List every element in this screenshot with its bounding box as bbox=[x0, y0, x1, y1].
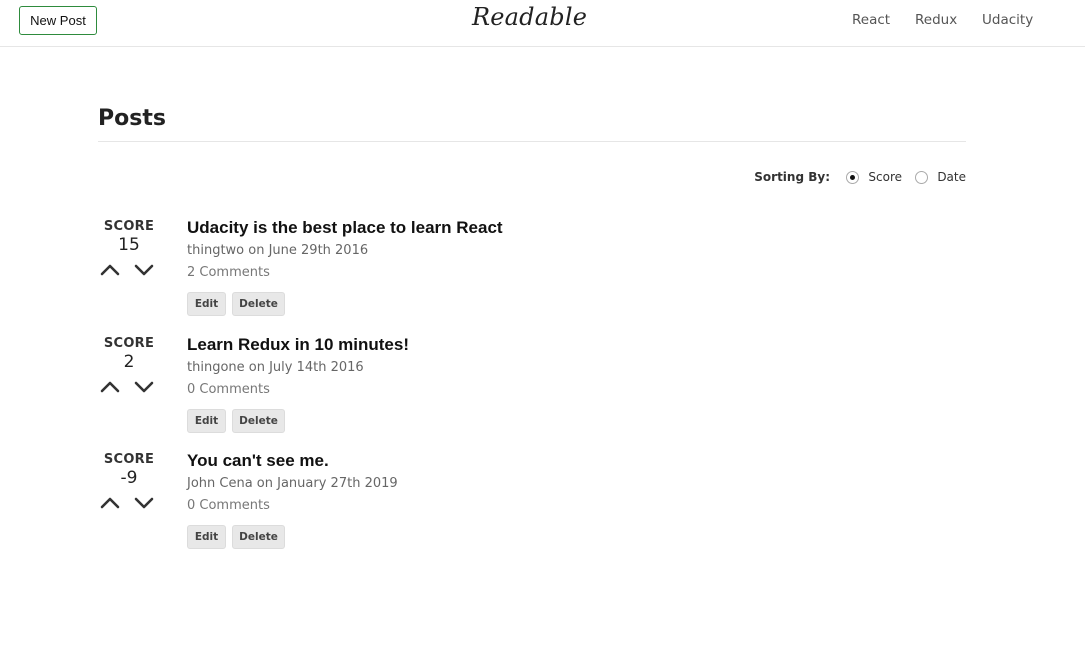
post-author-date: thingone on July 14th 2016 bbox=[187, 360, 364, 375]
nav-link-react[interactable]: React bbox=[852, 12, 890, 28]
upvote-chevron-up-icon[interactable] bbox=[99, 495, 121, 511]
brand-logo[interactable]: Readable bbox=[472, 3, 587, 31]
post-author-date: thingtwo on June 29th 2016 bbox=[187, 243, 369, 258]
new-post-button[interactable]: New Post bbox=[19, 6, 97, 35]
sort-score-radio[interactable] bbox=[846, 171, 859, 184]
post-title-link[interactable]: Udacity is the best place to learn React bbox=[187, 218, 887, 238]
top-navbar: New Post Readable React Redux Udacity bbox=[0, 0, 1085, 47]
sort-controls: Sorting By: Score Date bbox=[98, 169, 966, 189]
delete-button[interactable]: Delete bbox=[232, 525, 285, 549]
score-label: SCORE bbox=[103, 336, 155, 351]
post-title-link[interactable]: Learn Redux in 10 minutes! bbox=[187, 335, 887, 355]
post-title-link[interactable]: You can't see me. bbox=[187, 451, 887, 471]
score-value: 2 bbox=[123, 352, 135, 372]
sort-score-label[interactable]: Score bbox=[868, 169, 902, 185]
score-value: -9 bbox=[120, 468, 138, 488]
downvote-chevron-down-icon[interactable] bbox=[133, 495, 155, 511]
post-item: SCORE -9 You can't see me. John Cena on … bbox=[98, 451, 966, 551]
score-label: SCORE bbox=[103, 452, 155, 467]
sort-label: Sorting By: bbox=[754, 170, 830, 184]
delete-button[interactable]: Delete bbox=[232, 409, 285, 433]
post-comment-count[interactable]: 2 Comments bbox=[187, 263, 887, 283]
post-body: Udacity is the best place to learn React… bbox=[187, 218, 887, 316]
score-box: SCORE -9 bbox=[98, 451, 160, 489]
vote-controls bbox=[98, 262, 160, 278]
downvote-chevron-down-icon[interactable] bbox=[133, 262, 155, 278]
edit-button[interactable]: Edit bbox=[187, 409, 226, 433]
post-item: SCORE 2 Learn Redux in 10 minutes! thing… bbox=[98, 335, 966, 435]
sort-date-radio[interactable] bbox=[915, 171, 928, 184]
vote-controls bbox=[98, 379, 160, 395]
post-body: You can't see me. John Cena on January 2… bbox=[187, 451, 887, 549]
page-title: Posts bbox=[98, 100, 966, 142]
nav-link-udacity[interactable]: Udacity bbox=[982, 12, 1033, 28]
edit-button[interactable]: Edit bbox=[187, 525, 226, 549]
post-item: SCORE 15 Udacity is the best place to le… bbox=[98, 218, 966, 318]
vote-controls bbox=[98, 495, 160, 511]
post-comment-count[interactable]: 0 Comments bbox=[187, 496, 887, 516]
upvote-chevron-up-icon[interactable] bbox=[99, 262, 121, 278]
post-author-date: John Cena on January 27th 2019 bbox=[187, 476, 398, 491]
score-box: SCORE 15 bbox=[98, 218, 160, 256]
posts-page: Posts Sorting By: Score Date SCORE 15 Ud… bbox=[98, 100, 966, 549]
post-body: Learn Redux in 10 minutes! thingone on J… bbox=[187, 335, 887, 433]
score-box: SCORE 2 bbox=[98, 335, 160, 373]
score-label: SCORE bbox=[103, 219, 155, 234]
nav-link-redux[interactable]: Redux bbox=[915, 12, 957, 28]
post-comment-count[interactable]: 0 Comments bbox=[187, 380, 887, 400]
delete-button[interactable]: Delete bbox=[232, 292, 285, 316]
sort-date-label[interactable]: Date bbox=[937, 169, 966, 185]
edit-button[interactable]: Edit bbox=[187, 292, 226, 316]
downvote-chevron-down-icon[interactable] bbox=[133, 379, 155, 395]
upvote-chevron-up-icon[interactable] bbox=[99, 379, 121, 395]
score-value: 15 bbox=[118, 235, 140, 255]
